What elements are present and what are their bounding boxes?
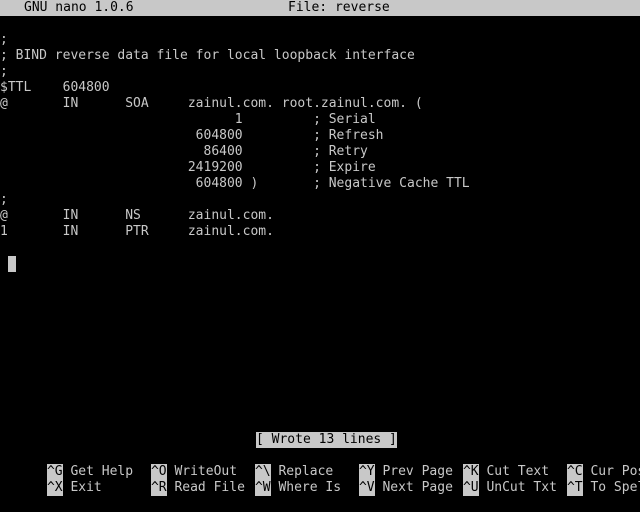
shortcut-key: ^U xyxy=(462,480,479,496)
editor-line[interactable]: ; BIND reverse data file for local loopb… xyxy=(0,48,640,64)
shortcut-key: ^R xyxy=(150,480,167,496)
shortcut-key: ^T xyxy=(566,480,583,496)
file-name-label: File: reverse xyxy=(288,0,390,15)
shortcut-bar: ^G Get Help ^O WriteOut ^\ Replace ^Y Pr… xyxy=(0,448,640,496)
shortcut-key: ^V xyxy=(358,480,375,496)
status-message: [ Wrote 13 lines ] xyxy=(256,432,397,448)
editor-line[interactable]: 604800 ) ; Negative Cache TTL xyxy=(0,176,640,192)
editor-line[interactable]: 86400 ; Retry xyxy=(0,144,640,160)
editor-line[interactable]: 604800 ; Refresh xyxy=(0,128,640,144)
editor-line[interactable]: 2419200 ; Expire xyxy=(0,160,640,176)
shortcut-to-spell[interactable]: ^T To Spell xyxy=(520,464,640,496)
shortcut-label: Exit xyxy=(70,480,102,495)
shortcut-key: ^X xyxy=(46,480,63,496)
title-bar: GNU nano 1.0.6 File: reverse xyxy=(0,0,640,16)
app-version-label: GNU nano 1.0.6 xyxy=(24,0,134,15)
editor-line[interactable]: @ IN NS zainul.com. xyxy=(0,208,640,224)
editor-line[interactable]: ; xyxy=(0,32,640,48)
editor-line[interactable]: 1 IN PTR zainul.com. xyxy=(0,224,640,240)
text-cursor xyxy=(8,256,16,272)
shortcut-cur-pos[interactable]: ^C Cur Pos xyxy=(520,448,640,480)
editor-line[interactable]: @ IN SOA zainul.com. root.zainul.com. ( xyxy=(0,96,640,112)
shortcut-label: To Spell xyxy=(590,480,640,495)
editor-buffer[interactable]: ; ; BIND reverse data file for local loo… xyxy=(0,32,640,432)
editor-line[interactable]: 1 ; Serial xyxy=(0,112,640,128)
editor-line[interactable]: ; xyxy=(0,192,640,208)
terminal-screen: GNU nano 1.0.6 File: reverse ; ; BIND re… xyxy=(0,0,640,496)
shortcut-exit[interactable]: ^X Exit xyxy=(0,464,102,496)
editor-line[interactable]: ; xyxy=(0,64,640,80)
editor-line[interactable]: $TTL 604800 xyxy=(0,80,640,96)
shortcut-key: ^W xyxy=(254,480,271,496)
